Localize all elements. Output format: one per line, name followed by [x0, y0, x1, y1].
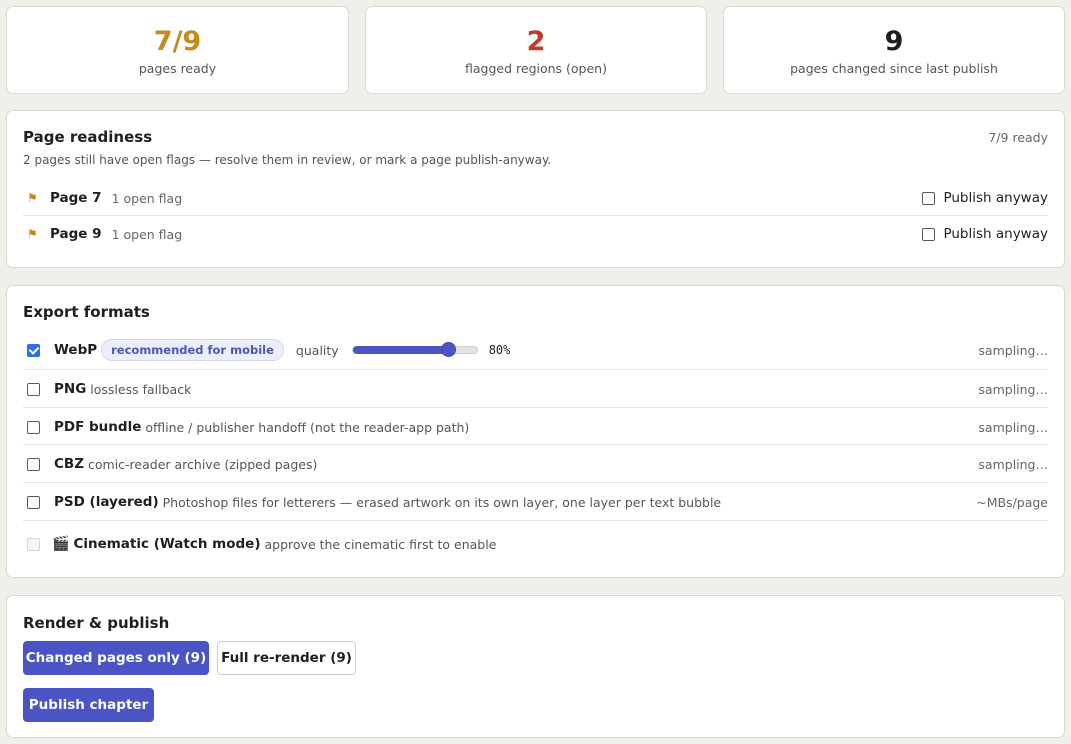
divider	[23, 369, 1048, 370]
format-desc: lossless fallback	[90, 381, 192, 397]
quality-slider-fill	[352, 346, 449, 354]
export-formats-panel: Export formats WebP recommended for mobi…	[6, 285, 1065, 578]
size-estimate: ~MBs/page	[976, 494, 1048, 510]
section-title: Export formats	[23, 303, 150, 321]
cbz-checkbox[interactable]	[27, 457, 40, 471]
size-estimate: sampling…	[978, 456, 1048, 472]
format-row-webp: WebP recommended for mobile quality 80% …	[27, 338, 1048, 362]
quality-label: quality	[295, 342, 339, 358]
stat-card-flagged-regions: 2 flagged regions (open)	[365, 6, 707, 94]
quality-slider-thumb[interactable]	[441, 342, 457, 357]
page-note: 1 open flag	[111, 226, 183, 242]
divider	[23, 482, 1048, 483]
stat-label: pages changed since last publish	[790, 61, 998, 76]
stat-value: 9	[884, 26, 904, 57]
clapperboard-icon: 🎬	[52, 536, 70, 552]
cinematic-checkbox	[27, 537, 40, 551]
format-name: Cinematic (Watch mode)	[73, 536, 261, 552]
png-checkbox[interactable]	[27, 382, 40, 396]
stat-value: 7/9	[153, 26, 202, 57]
stat-card-pages-ready: 7/9 pages ready	[6, 6, 349, 94]
full-rerender-button[interactable]: Full re-render (9)	[217, 641, 356, 675]
format-row-pdf: PDF bundle offline / publisher handoff (…	[27, 416, 1048, 438]
readiness-summary: 7/9 ready	[988, 130, 1048, 145]
format-desc: comic-reader archive (zipped pages)	[88, 456, 318, 472]
psd-checkbox[interactable]	[27, 495, 40, 509]
divider	[23, 444, 1048, 445]
size-estimate: sampling…	[978, 342, 1048, 358]
page-readiness-panel: Page readiness 7/9 ready 2 pages still h…	[6, 110, 1065, 268]
format-desc: approve the cinematic first to enable	[264, 536, 497, 552]
format-row-png: PNG lossless fallback sampling…	[27, 378, 1048, 400]
format-row-cinematic: 🎬 Cinematic (Watch mode) approve the cin…	[27, 532, 1048, 556]
size-estimate: sampling…	[978, 419, 1048, 435]
format-desc: offline / publisher handoff (not the rea…	[145, 419, 470, 435]
format-name: CBZ	[54, 456, 84, 472]
format-row-psd: PSD (layered) Photoshop files for letter…	[27, 491, 1048, 513]
section-title: Page readiness	[23, 128, 153, 146]
format-name: PNG	[54, 381, 87, 397]
size-estimate: sampling…	[978, 381, 1048, 397]
stat-label: pages ready	[138, 61, 217, 76]
flag-icon: ⚑	[27, 191, 38, 205]
stat-value: 2	[526, 26, 546, 57]
stat-label: flagged regions (open)	[465, 61, 607, 76]
publish-anyway-checkbox[interactable]	[922, 191, 936, 205]
pdf-checkbox[interactable]	[27, 420, 40, 434]
divider	[23, 215, 1048, 216]
publish-chapter-button[interactable]: Publish chapter	[23, 688, 154, 722]
page-name: Page 9	[50, 226, 102, 242]
publish-anyway-label: Publish anyway	[943, 190, 1048, 206]
format-row-cbz: CBZ comic-reader archive (zipped pages) …	[27, 453, 1048, 475]
page-note: 1 open flag	[111, 190, 183, 206]
publish-anyway-label: Publish anyway	[943, 226, 1048, 242]
recommended-badge: recommended for mobile	[101, 339, 284, 361]
format-desc: Photoshop files for letterers — erased a…	[162, 494, 722, 510]
changed-pages-only-button[interactable]: Changed pages only (9)	[23, 641, 209, 675]
format-name: PDF bundle	[54, 419, 142, 435]
format-name: PSD (layered)	[54, 494, 159, 510]
quality-slider[interactable]	[351, 342, 478, 357]
render-publish-panel: Render & publish Changed pages only (9) …	[6, 595, 1065, 738]
readiness-subtitle: 2 pages still have open flags — resolve …	[23, 153, 552, 167]
quality-value: 80%	[488, 343, 511, 357]
flag-icon: ⚑	[27, 227, 38, 241]
stat-card-pages-changed: 9 pages changed since last publish	[723, 6, 1065, 94]
webp-checkbox[interactable]	[27, 343, 40, 357]
format-name: WebP	[54, 342, 98, 358]
page-name: Page 7	[50, 190, 102, 206]
publish-anyway-toggle[interactable]: Publish anyway	[922, 190, 1048, 206]
publish-anyway-checkbox[interactable]	[922, 227, 936, 241]
section-title: Render & publish	[23, 614, 170, 632]
page-flag-row: ⚑ Page 9 1 open flag Publish anyway	[23, 224, 1048, 244]
divider	[23, 520, 1048, 521]
page-flag-row: ⚑ Page 7 1 open flag Publish anyway	[23, 188, 1048, 208]
publish-anyway-toggle[interactable]: Publish anyway	[922, 226, 1048, 242]
divider	[23, 407, 1048, 408]
